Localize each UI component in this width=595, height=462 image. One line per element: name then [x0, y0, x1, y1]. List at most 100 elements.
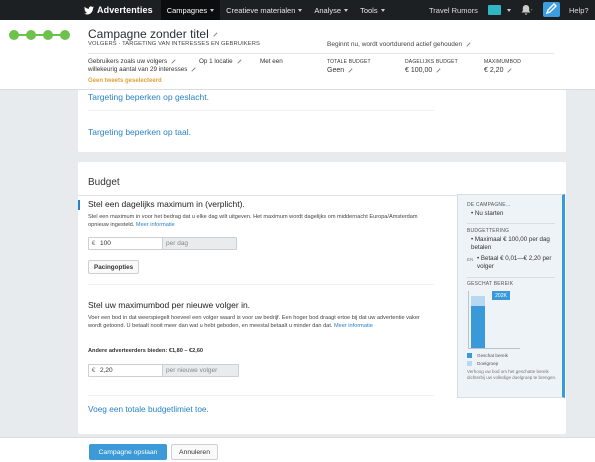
nav-creatieve-materialen[interactable]: Creatieve materialen [220, 0, 308, 20]
daily-budget-text: € 100,00 [405, 67, 433, 74]
progress-step [26, 30, 36, 40]
max-bid-text: € 2,20 [484, 67, 504, 74]
summary-campaign-value: • Nu starten [471, 210, 504, 217]
nav-creatieve-label: Creatieve materialen [226, 5, 296, 15]
summary-note: Verhoog uw bod om het geschatte bereik d… [467, 369, 557, 380]
campaign-start[interactable]: Beginnt nu, wordt voortdurend actief geh… [327, 41, 471, 48]
daily-more-link[interactable]: Meer informatie [136, 222, 175, 228]
campaign-header: Campagne zonder titel VOLGERS · TARGETIN… [0, 20, 595, 90]
targeting-interests-text: willekeurig aantal van 29 interesses [88, 66, 188, 73]
daily-budget-label: DAGELIJKS BUDGET [405, 59, 458, 65]
brand[interactable]: Advertenties [84, 5, 153, 15]
cancel-button[interactable]: Annuleren [171, 444, 218, 460]
bid-more-link[interactable]: Meer informatie [334, 323, 373, 329]
max-bid-value[interactable]: € 2,20 [484, 67, 513, 74]
total-budget-label: TOTALE BUDGET [327, 59, 371, 65]
top-nav: Advertenties Campagnes Creatieve materia… [0, 0, 595, 20]
campaign-subtitle: VOLGERS · TARGETING VAN INTERESSES EN GE… [88, 41, 260, 47]
daily-budget-field: € 100 per dag [88, 237, 237, 250]
notifications-icon[interactable] [519, 4, 533, 16]
legend-target-label: Doelgroep [477, 361, 499, 366]
campaign-summary-panel: DE CAMPAGNE... • Nu starten BUDGETTERING… [457, 194, 565, 398]
total-budget-value[interactable]: Geen [327, 67, 353, 74]
targeting-users-text: Gebruikers zoals uw volgers [88, 58, 168, 65]
progress-line [13, 34, 65, 36]
legend-target-swatch [467, 361, 472, 366]
compose-icon [545, 3, 557, 15]
nav-tools-label: Tools [360, 5, 378, 15]
targeting-interests[interactable]: willekeurig aantal van 29 interesses [88, 66, 197, 74]
max-bid-help: Voer een bod in dat weerspiegelt hoeveel… [88, 314, 428, 330]
reach-chart: 202K [468, 291, 520, 349]
divider [88, 395, 434, 396]
max-bid-field: € 2,20 per nieuwe volger [88, 364, 239, 377]
compose-tweet-button[interactable] [543, 2, 560, 17]
other-bids-text: Andere adverteerders bieden: €1,80 – €2,… [88, 348, 204, 354]
max-bid-title: Stel uw maximumbod per nieuwe volger in. [88, 300, 251, 310]
campaign-title[interactable]: Campagne zonder titel [88, 27, 218, 41]
divider [88, 284, 434, 285]
daily-max-title: Stel een dagelijks maximum in (verplicht… [88, 199, 245, 209]
targeting-card: Targeting beperken op geslacht. Targetin… [78, 90, 566, 152]
pacing-options-button[interactable]: Pacingopties [88, 260, 140, 274]
divider [467, 277, 555, 278]
targeting-with: Met een [260, 58, 283, 65]
divider [88, 110, 434, 111]
currency-symbol: € [89, 238, 98, 249]
max-bid-input[interactable]: 2,20 [98, 365, 162, 376]
account-name[interactable]: Travel Rumors [429, 0, 478, 20]
help-link[interactable]: Help? [569, 0, 589, 20]
summary-and: EN [467, 257, 474, 262]
edit-icon[interactable] [436, 67, 441, 73]
edit-icon[interactable] [466, 42, 471, 47]
chevron-down-icon[interactable] [507, 9, 511, 12]
summary-campaign-label: DE CAMPAGNE... [467, 202, 511, 208]
nav-tools[interactable]: Tools [354, 0, 391, 20]
summary-budget-pay: • Betaal € 0,01—€ 2,20 per volger [477, 255, 552, 270]
progress-steps [9, 30, 71, 40]
language-targeting-link[interactable]: Targeting beperken op taal. [88, 127, 191, 137]
daily-budget-value[interactable]: € 100,00 [405, 67, 441, 74]
active-section-marker [78, 200, 80, 210]
add-total-budget-link[interactable]: Voeg een totale budgetlimiet toe. [88, 404, 209, 414]
chevron-down-icon [298, 8, 303, 12]
targeting-location[interactable]: Op 1 locatie [199, 58, 242, 66]
budget-card: Budget Stel een dagelijks maximum in (ve… [78, 162, 566, 434]
summary-reach-label: GESCHAT BEREIK [467, 281, 514, 287]
progress-step [9, 30, 19, 40]
targeting-users[interactable]: Gebruikers zoals uw volgers [88, 58, 176, 66]
twitter-bird-icon [84, 5, 94, 14]
footer-bar: Campagne opslaan Annuleren [0, 437, 595, 462]
campaign-title-text: Campagne zonder titel [88, 27, 209, 41]
chevron-down-icon [344, 8, 349, 12]
chevron-down-icon [210, 8, 215, 12]
nav-campagnes-label: Campagnes [166, 5, 208, 15]
nav-analyse-label: Analyse [314, 5, 342, 15]
nav-analyse[interactable]: Analyse [308, 0, 354, 20]
reach-value: 202K [492, 291, 510, 300]
edit-icon[interactable] [171, 59, 176, 64]
divider [467, 223, 555, 224]
gender-targeting-link[interactable]: Targeting beperken op geslacht. [88, 92, 209, 102]
save-campaign-button[interactable]: Campagne opslaan [89, 444, 167, 460]
campaign-start-text: Beginnt nu, wordt voortdurend actief geh… [327, 41, 463, 48]
edit-icon[interactable] [348, 67, 353, 73]
edit-icon[interactable] [507, 67, 513, 73]
account-avatar[interactable] [488, 5, 501, 15]
summary-budget-max: • Maximaal € 100,00 per dag betalen [471, 236, 550, 251]
nav-campagnes[interactable]: Campagnes [160, 0, 221, 20]
total-budget-text: Geen [327, 67, 345, 74]
progress-step [43, 30, 53, 40]
warning-text: Geen tweets geselecteerd [88, 78, 162, 84]
daily-budget-input[interactable]: 100 [98, 238, 162, 249]
edit-icon[interactable] [213, 32, 218, 38]
max-bid-label: MAXIMUMBOD [484, 59, 521, 65]
bid-unit-label: per nieuwe volger [162, 365, 238, 376]
targeting-location-text: Op 1 locatie [199, 58, 233, 65]
brand-label: Advertenties [97, 5, 153, 15]
budget-heading: Budget [88, 177, 120, 188]
currency-symbol: € [89, 365, 98, 376]
edit-icon[interactable] [191, 67, 197, 72]
daily-unit-label: per dag [162, 238, 236, 249]
edit-icon[interactable] [236, 59, 242, 64]
